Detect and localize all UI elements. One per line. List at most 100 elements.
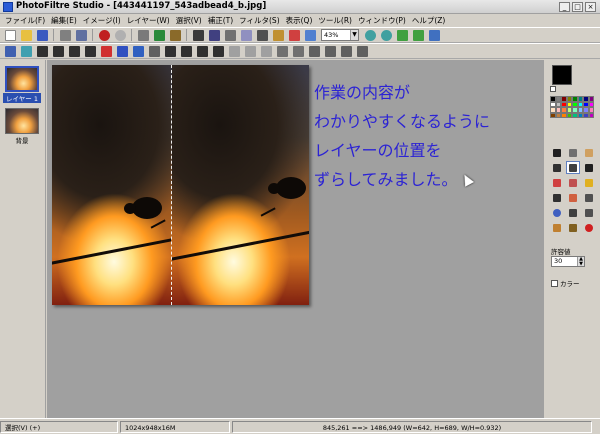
fit-window-icon[interactable] <box>412 29 424 41</box>
menu-adjust[interactable]: 補正(T) <box>205 15 236 26</box>
emboss-icon[interactable] <box>212 45 224 57</box>
flip-horizontal-icon[interactable] <box>324 45 336 57</box>
blur-icon[interactable] <box>164 45 176 57</box>
tool-smudge[interactable] <box>566 206 580 219</box>
brightness-minus-icon[interactable] <box>52 45 64 57</box>
contrast-plus-icon[interactable] <box>68 45 80 57</box>
window-title: PhotoFiltre Studio - [443441197_543adbea… <box>16 1 267 11</box>
palette-swatch[interactable] <box>588 112 594 118</box>
menu-file[interactable]: ファイル(F) <box>2 15 48 26</box>
annotation-line: 作業の内容が <box>314 83 411 102</box>
browser-icon[interactable] <box>272 29 284 41</box>
rotate-right-icon[interactable] <box>356 45 368 57</box>
menu-filter[interactable]: フィルタ(S) <box>236 15 282 26</box>
crop-icon[interactable] <box>224 29 236 41</box>
image-canvas[interactable] <box>52 65 309 305</box>
tool-magic-wand[interactable] <box>566 161 580 174</box>
actual-size-icon[interactable] <box>396 29 408 41</box>
spray-icon <box>569 178 577 187</box>
drop2-icon[interactable] <box>244 45 256 57</box>
grayscale-icon[interactable] <box>132 45 144 57</box>
layer-label: 背景 <box>15 137 29 145</box>
redo-icon[interactable] <box>114 29 126 41</box>
image-size-icon[interactable] <box>192 29 204 41</box>
zoom-out-icon[interactable] <box>380 29 392 41</box>
cut-icon[interactable] <box>137 29 149 41</box>
rotate-left-icon[interactable] <box>340 45 352 57</box>
paste-icon[interactable] <box>169 29 181 41</box>
tool-hand[interactable] <box>582 146 596 159</box>
tool-stamp[interactable] <box>582 191 596 204</box>
menu-layer[interactable]: レイヤー(W) <box>124 15 173 26</box>
zoom-value: 43% <box>324 31 339 39</box>
frame-icon[interactable] <box>240 29 252 41</box>
tolerance-input[interactable]: 30 ▲ ▼ <box>551 256 585 267</box>
close-button[interactable]: × <box>585 2 596 12</box>
chevron-down-icon[interactable]: ▼ <box>350 30 358 40</box>
tool-spray[interactable] <box>566 176 580 189</box>
zoom-select[interactable]: 43% ▼ <box>321 29 359 41</box>
brightness-plus-icon[interactable] <box>36 45 48 57</box>
maximize-button[interactable]: □ <box>572 2 583 12</box>
tool-pencil[interactable] <box>550 191 564 204</box>
insect-leg <box>260 207 276 217</box>
full-screen-icon[interactable] <box>428 29 440 41</box>
scan-icon[interactable] <box>75 29 87 41</box>
tool-dodge[interactable] <box>582 206 596 219</box>
app-icon <box>3 2 13 12</box>
menu-window[interactable]: ウィンドウ(P) <box>355 15 409 26</box>
sharpen-icon[interactable] <box>180 45 192 57</box>
foreground-color-swatch[interactable] <box>552 65 572 85</box>
sepia-icon[interactable] <box>148 45 160 57</box>
tool-burn[interactable] <box>550 221 564 234</box>
background-color-swatch[interactable] <box>550 86 556 92</box>
tool-strawberry[interactable] <box>582 221 596 234</box>
rotate-icon[interactable] <box>256 29 268 41</box>
tool-pointer[interactable] <box>550 146 564 159</box>
tool-pattern[interactable] <box>566 221 580 234</box>
layer-label: レイヤー 1 <box>3 93 41 103</box>
menu-view[interactable]: 表示(Q) <box>283 15 316 26</box>
minimize-button[interactable]: _ <box>559 2 570 12</box>
color-icon[interactable] <box>288 29 300 41</box>
gamma-icon[interactable] <box>116 45 128 57</box>
tool-blur[interactable] <box>550 206 564 219</box>
tool-eyedropper[interactable] <box>550 161 564 174</box>
strawberry-icon <box>585 223 593 232</box>
tool-line[interactable] <box>582 161 596 174</box>
undo-icon[interactable] <box>98 29 110 41</box>
tool-lasso[interactable] <box>566 146 580 159</box>
spinner-icon[interactable]: ▲ ▼ <box>577 257 584 266</box>
menu-selection[interactable]: 選択(V) <box>173 15 205 26</box>
tool-fill[interactable] <box>550 176 564 189</box>
print-icon[interactable] <box>59 29 71 41</box>
color-option[interactable]: カラー <box>551 278 580 288</box>
zoom-in-icon[interactable] <box>364 29 376 41</box>
open-folder-icon[interactable] <box>20 29 32 41</box>
triangle-icon[interactable] <box>276 45 288 57</box>
copy-icon[interactable] <box>153 29 165 41</box>
window-icon[interactable] <box>304 29 316 41</box>
triangle2-icon[interactable] <box>292 45 304 57</box>
layer-item[interactable]: レイヤー 1 <box>3 66 41 103</box>
new-file-icon[interactable] <box>4 29 16 41</box>
menu-help[interactable]: ヘルプ(Z) <box>409 15 449 26</box>
layer-item[interactable]: 背景 <box>3 108 41 145</box>
flip-vertical-icon[interactable] <box>308 45 320 57</box>
saturation-icon[interactable] <box>100 45 112 57</box>
menu-image[interactable]: イメージ(I) <box>80 15 124 26</box>
contrast-minus-icon[interactable] <box>84 45 96 57</box>
menu-tools[interactable]: ツール(R) <box>315 15 355 26</box>
drop-icon[interactable] <box>228 45 240 57</box>
auto-contrast-icon[interactable] <box>20 45 32 57</box>
tool-eraser[interactable] <box>566 191 580 204</box>
drop3-icon[interactable] <box>260 45 272 57</box>
toolbar-separator <box>53 29 54 41</box>
menu-edit[interactable]: 編集(E) <box>48 15 80 26</box>
auto-level-icon[interactable] <box>4 45 16 57</box>
tool-brush[interactable] <box>582 176 596 189</box>
color-checkbox[interactable] <box>551 279 558 287</box>
texture-icon[interactable] <box>196 45 208 57</box>
canvas-size-icon[interactable] <box>208 29 220 41</box>
save-icon[interactable] <box>36 29 48 41</box>
